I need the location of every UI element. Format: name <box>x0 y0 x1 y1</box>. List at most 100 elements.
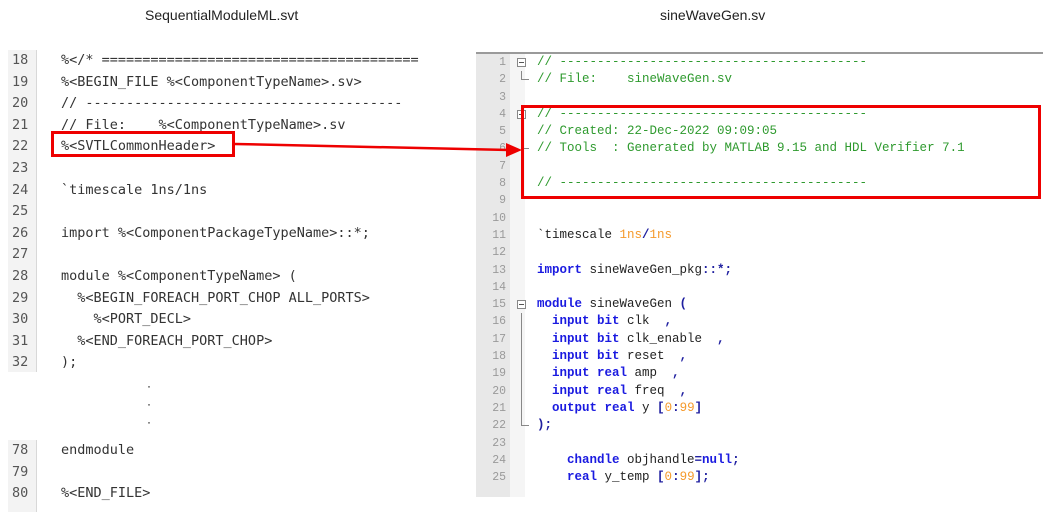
code-token: output real <box>537 400 635 415</box>
code-line: 10 <box>476 210 1043 227</box>
code-token: sineWaveGen_pkg <box>582 262 703 277</box>
code-line: 19 input real amp , <box>476 365 1043 383</box>
code-token: : <box>672 470 680 485</box>
line-number: 1 <box>499 56 506 69</box>
line-number: 29 <box>12 289 29 306</box>
code-text: input bit clk_enable , <box>537 331 725 348</box>
line-number: 20 <box>12 95 29 112</box>
code-token: real <box>537 470 598 485</box>
code-line: 3 <box>476 89 1043 106</box>
line-number: 21 <box>12 116 29 133</box>
line-number: 9 <box>499 194 506 208</box>
line-number: 3 <box>499 90 506 104</box>
line-number: 25 <box>492 471 506 485</box>
code-text: input bit clk , <box>537 313 672 330</box>
code-line: 2 // File: sineWaveGen.sv <box>476 71 1043 88</box>
line-number: 79 <box>12 463 29 480</box>
code-token: ] <box>694 400 703 415</box>
code-token: input bit <box>537 331 620 346</box>
line-number: 5 <box>499 125 506 139</box>
code-token: , <box>679 349 688 364</box>
line-number: 13 <box>492 263 506 277</box>
code-text: input real amp , <box>537 365 680 382</box>
code-token: objhandle <box>619 452 695 467</box>
fold-end-guide <box>521 417 529 427</box>
code-line: 12 <box>476 244 1043 261</box>
code-line: 32); <box>8 352 452 372</box>
fold-guide <box>521 365 522 383</box>
line-number: 19 <box>12 73 29 90</box>
line-number: 23 <box>12 159 29 176</box>
code-line: 23 <box>8 158 452 180</box>
line-number: 25 <box>12 203 29 220</box>
code-text: module sineWaveGen ( <box>537 296 687 313</box>
code-token: input bit <box>537 314 620 329</box>
code-token: / <box>642 227 650 242</box>
code-token: input real <box>537 383 628 398</box>
code-text: %<END_FOREACH_PORT_CHOP> <box>61 332 273 349</box>
code-line: 13 import sineWaveGen_pkg::*; <box>476 262 1043 279</box>
fold-guide <box>521 399 522 418</box>
line-number: 80 <box>12 485 29 502</box>
code-line: 29 %<BEGIN_FOREACH_PORT_CHOP ALL_PORTS> <box>8 288 452 310</box>
code-token: , <box>717 331 725 346</box>
code-text: %<END_FILE> <box>61 485 151 502</box>
code-line: 24 `timescale 1ns/1ns <box>8 180 452 202</box>
code-line: 24 chandle objhandle=null; <box>476 452 1043 469</box>
code-line: 19 %<BEGIN_FILE %<ComponentTypeName>.sv> <box>8 72 452 94</box>
left-file-caption: SequentialModuleML.svt <box>145 7 299 23</box>
code-token: , <box>672 366 680 381</box>
code-line: 79 <box>8 462 452 484</box>
code-token: chandle <box>537 452 620 467</box>
code-token: : <box>672 400 680 415</box>
fold-guide <box>521 313 522 331</box>
code-text: endmodule <box>61 442 135 458</box>
code-text: `timescale 1ns/1ns <box>537 227 672 244</box>
code-line: 20 input real freq , <box>476 382 1043 400</box>
code-line: 14 <box>476 279 1043 296</box>
code-line: 23 <box>476 435 1043 452</box>
line-number: 78 <box>12 442 29 458</box>
code-token: 99 <box>679 470 695 485</box>
line-number: 18 <box>492 350 506 364</box>
line-number: 19 <box>492 367 506 381</box>
code-text: %</* ===================================… <box>61 52 419 68</box>
code-text: %<BEGIN_FILE %<ComponentTypeName>.sv> <box>61 73 362 90</box>
fold-guide <box>521 348 522 366</box>
code-token: null <box>702 452 733 467</box>
template-editor-top: 18 %</* =================================… <box>8 50 452 372</box>
code-token: 1ns <box>649 227 673 242</box>
code-token: input bit <box>537 349 620 364</box>
fold-collapse-icon[interactable] <box>517 300 526 310</box>
code-token: y_temp <box>597 470 658 485</box>
code-line: 21 output real y [0:99] <box>476 399 1043 418</box>
line-number: 27 <box>12 246 29 263</box>
right-file-caption: sineWaveGen.sv <box>660 7 766 23</box>
code-line: 31 %<END_FOREACH_PORT_CHOP> <box>8 331 452 353</box>
code-token: [ <box>657 400 665 415</box>
code-line: 25 <box>8 201 452 223</box>
line-number: 26 <box>12 224 29 241</box>
code-text: %<PORT_DECL> <box>61 311 192 328</box>
code-token: , <box>679 383 688 398</box>
line-number: 11 <box>492 228 506 242</box>
code-text: `timescale 1ns/1ns <box>61 181 208 198</box>
code-token: = <box>694 452 703 467</box>
line-number: 22 <box>12 138 29 155</box>
fold-collapse-icon[interactable] <box>517 58 526 67</box>
line-number: 10 <box>492 211 506 225</box>
line-number: 30 <box>12 311 29 328</box>
code-text: import sineWaveGen_pkg::*; <box>537 262 732 279</box>
code-token: module <box>537 297 583 312</box>
code-token: 99 <box>679 400 695 415</box>
line-number: 28 <box>12 267 29 284</box>
line-number: 12 <box>492 246 506 260</box>
code-token: // -------------------------------------… <box>537 55 868 69</box>
code-token: reset <box>619 349 680 364</box>
code-text: input bit reset , <box>537 348 687 365</box>
code-line: 18 input bit reset , <box>476 348 1043 366</box>
line-number: 17 <box>492 332 506 346</box>
code-token: 0 <box>664 400 673 415</box>
fold-guide <box>521 382 522 400</box>
code-token: clk_enable <box>619 331 718 346</box>
